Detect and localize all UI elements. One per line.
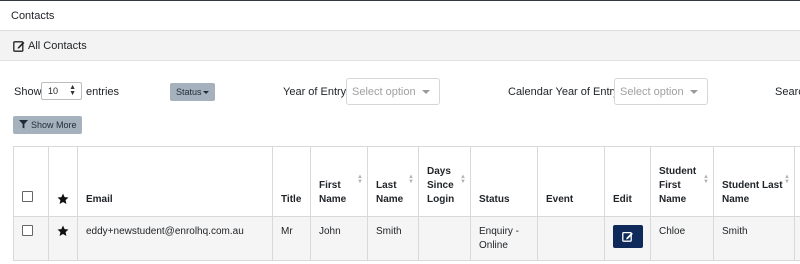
caret-down-icon xyxy=(203,91,209,94)
cell-title: Mr xyxy=(272,216,311,261)
table-row: eddy+newstudent@enrolhq.com.au Mr John S… xyxy=(13,216,800,261)
show-label: Show xyxy=(14,86,42,98)
cell-student-first-name: Chloe xyxy=(650,216,714,261)
row-star-cell xyxy=(48,216,78,261)
calendar-year-label: Calendar Year of Entry: xyxy=(508,86,622,98)
page-title: Contacts xyxy=(11,10,55,22)
select-arrows-icon: ▲ ▼ xyxy=(69,84,76,97)
select-all-cell xyxy=(13,146,49,217)
cell-email: eddy+newstudent@enrolhq.com.au xyxy=(77,216,273,261)
sort-icon: ▲ ▼ xyxy=(357,174,363,185)
column-header-first-name[interactable]: First Name ▲ ▼ xyxy=(310,146,368,217)
card-header: All Contacts xyxy=(0,31,800,61)
status-filter-button[interactable]: Status xyxy=(170,83,215,101)
column-header-title[interactable]: Title xyxy=(272,146,311,217)
status-button-label: Status xyxy=(176,87,202,97)
column-header-days-since-login[interactable]: Days Since Login ▲ ▼ xyxy=(418,146,471,217)
column-header-email[interactable]: Email xyxy=(77,146,273,217)
star-header-cell xyxy=(48,146,78,217)
cell-student-last-name: Smith xyxy=(713,216,795,261)
column-header-student-first-name[interactable]: Student First Name ▲ ▼ xyxy=(650,146,714,217)
sort-icon: ▲ ▼ xyxy=(784,174,790,185)
edit-icon xyxy=(622,231,633,242)
cell-overflow xyxy=(794,216,800,261)
days-since-login-header-label: Days Since Login xyxy=(427,166,455,205)
column-header-student-last-name[interactable]: Student Last Name ▲ ▼ xyxy=(713,146,795,217)
column-header-edit: Edit xyxy=(604,146,651,217)
row-select-cell xyxy=(13,216,49,261)
column-header-event[interactable]: Event xyxy=(537,146,605,217)
cell-days-since-login xyxy=(418,216,471,261)
cell-event xyxy=(537,216,605,261)
page-length-select[interactable]: 10 ▲ ▼ xyxy=(41,82,82,100)
student-first-name-header-label: Student First Name xyxy=(659,166,697,205)
show-more-label: Show More xyxy=(31,120,77,130)
row-checkbox[interactable] xyxy=(22,225,33,236)
caret-down-icon xyxy=(690,90,698,94)
star-icon[interactable] xyxy=(57,225,69,237)
cell-edit xyxy=(604,216,651,261)
top-bar: Contacts xyxy=(0,0,800,31)
show-more-button[interactable]: Show More xyxy=(13,116,82,134)
search-label: Search: xyxy=(775,86,800,98)
calendar-year-select[interactable]: Select option xyxy=(614,78,708,105)
filter-bar: Show 10 ▲ ▼ entries Status Year of Entry:… xyxy=(0,78,800,108)
column-header-status[interactable]: Status xyxy=(470,146,538,217)
column-header-overflow xyxy=(794,146,800,217)
caret-down-icon xyxy=(422,90,430,94)
card-title: All Contacts xyxy=(28,40,87,52)
column-header-last-name[interactable]: Last Name ▲ ▼ xyxy=(367,146,419,217)
star-icon[interactable] xyxy=(57,193,69,205)
entries-label: entries xyxy=(86,86,120,98)
first-name-header-label: First Name xyxy=(319,180,347,205)
sort-icon: ▲ ▼ xyxy=(460,174,466,185)
year-of-entry-select[interactable]: Select option xyxy=(346,78,440,105)
filter-icon xyxy=(19,120,28,129)
sort-icon: ▲ ▼ xyxy=(703,174,709,185)
cell-status: Enquiry - Online xyxy=(470,216,538,261)
last-name-header-label: Last Name xyxy=(376,180,404,205)
cell-last-name: Smith xyxy=(367,216,419,261)
contacts-table: Email Title First Name ▲ ▼ Last Name ▲ ▼ D… xyxy=(13,146,800,261)
table-header-row: Email Title First Name ▲ ▼ Last Name ▲ ▼ D… xyxy=(13,146,800,217)
student-last-name-header-label: Student Last Name xyxy=(722,180,783,205)
year-of-entry-label: Year of Entry: xyxy=(283,86,350,98)
page-length-value: 10 xyxy=(48,86,59,96)
edit-icon xyxy=(13,41,25,52)
edit-row-button[interactable] xyxy=(613,225,643,248)
calendar-year-placeholder: Select option xyxy=(620,86,684,98)
cell-first-name: John xyxy=(310,216,368,261)
sort-icon: ▲ ▼ xyxy=(408,174,414,185)
year-of-entry-placeholder: Select option xyxy=(352,86,416,98)
select-all-checkbox[interactable] xyxy=(22,191,33,202)
